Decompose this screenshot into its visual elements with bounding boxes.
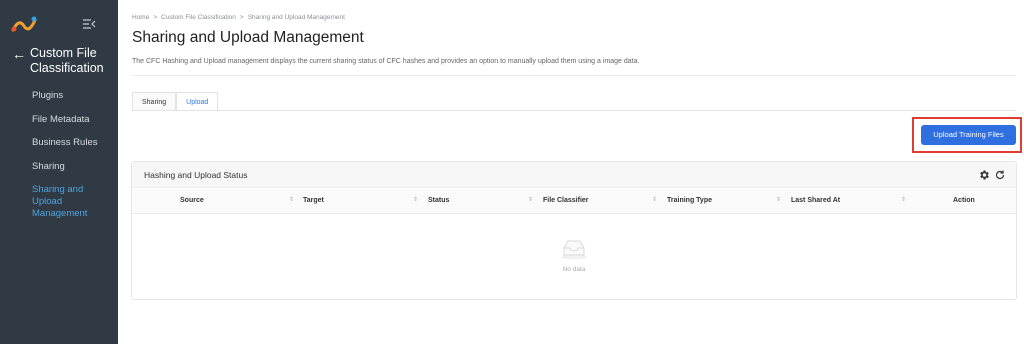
sidebar-item-file-metadata[interactable]: File Metadata [0, 110, 118, 134]
tab-underline [132, 110, 1016, 111]
panel-title: Hashing and Upload Status [144, 170, 248, 180]
column-header-source[interactable]: Source [180, 197, 204, 204]
main-content: Home > Custom File Classification > Shar… [118, 0, 1024, 344]
menu-collapse-icon[interactable] [82, 17, 96, 31]
brand-logo-icon[interactable] [11, 14, 37, 34]
upload-training-files-button[interactable]: Upload Training Files [921, 125, 1016, 145]
breadcrumb-separator: > [153, 14, 158, 21]
sidebar-item-plugins[interactable]: Plugins [0, 86, 118, 110]
divider [132, 75, 1016, 76]
empty-state: No data [132, 238, 1016, 273]
table-header: Source ⇕ Target ⇕ Status ⇕ File Classifi… [132, 189, 1016, 214]
sidebar-section-title: Custom File Classification [30, 46, 104, 75]
sidebar-nav: Plugins File Metadata Business Rules Sha… [0, 86, 118, 220]
refresh-icon[interactable] [994, 169, 1006, 181]
sort-icon[interactable]: ⇕ [776, 197, 781, 204]
gear-icon[interactable] [978, 169, 990, 181]
tab-upload[interactable]: Upload [176, 92, 219, 111]
sort-icon[interactable]: ⇕ [901, 197, 906, 204]
breadcrumb-separator: > [239, 14, 244, 21]
sidebar-item-business-rules[interactable]: Business Rules [0, 133, 118, 157]
breadcrumb-custom-file-classification[interactable]: Custom File Classification [161, 14, 236, 21]
sidebar-item-sharing[interactable]: Sharing [0, 157, 118, 181]
column-header-target[interactable]: Target [303, 197, 324, 204]
breadcrumb: Home > Custom File Classification > Shar… [132, 14, 345, 21]
page-title: Sharing and Upload Management [132, 29, 364, 46]
column-header-action: Action [953, 197, 975, 204]
sidebar-item-sharing-and-upload-management[interactable]: Sharing and Upload Management [0, 180, 118, 220]
sort-icon[interactable]: ⇕ [652, 197, 657, 204]
tab-sharing[interactable]: Sharing [132, 92, 177, 111]
panel-header: Hashing and Upload Status [132, 162, 1016, 188]
column-header-file-classifier[interactable]: File Classifier [543, 197, 589, 204]
breadcrumb-home[interactable]: Home [132, 14, 149, 21]
page-description: The CFC Hashing and Upload management di… [132, 58, 640, 65]
sort-icon[interactable]: ⇕ [528, 197, 533, 204]
empty-inbox-icon [561, 240, 587, 260]
column-header-status[interactable]: Status [428, 197, 449, 204]
breadcrumb-current: Sharing and Upload Management [247, 14, 345, 21]
back-to-section[interactable]: ← Custom File Classification [12, 46, 120, 76]
empty-text: No data [562, 266, 586, 273]
arrow-left-icon[interactable]: ← [12, 46, 30, 62]
tab-bar: Sharing Upload [132, 92, 219, 111]
sort-icon[interactable]: ⇕ [289, 197, 294, 204]
hashing-upload-status-panel: Hashing and Upload Status Source ⇕ Targe… [131, 161, 1017, 300]
column-header-training-type[interactable]: Training Type [667, 197, 712, 204]
sort-icon[interactable]: ⇕ [413, 197, 418, 204]
column-header-last-shared-at[interactable]: Last Shared At [791, 197, 840, 204]
sidebar: ← Custom File Classification Plugins Fil… [0, 0, 118, 344]
